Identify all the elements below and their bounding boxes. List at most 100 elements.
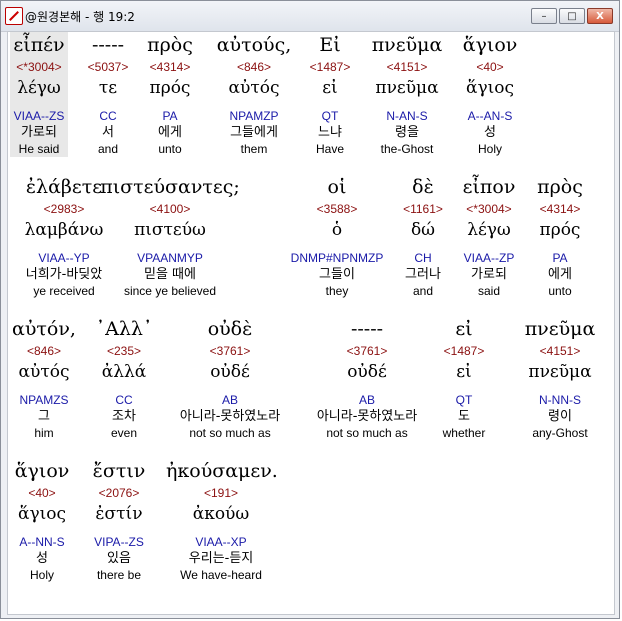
korean-gloss: 그러나 (405, 267, 441, 282)
strongs-number: <2076> (98, 486, 140, 500)
korean-gloss: 도 (458, 409, 470, 424)
strongs-number: <5037> (87, 60, 129, 74)
greek-word: αὐτούς, (216, 34, 292, 56)
word-cell[interactable]: ----- <3761> οὐδέ AB 아니라-못하였노라 not so much as (293, 316, 441, 441)
word-cell[interactable]: πνεῦμα <4151> πνεῦμα N-AN-S 령을 the-Ghost (367, 32, 447, 157)
lemma-word: ἅγιος (17, 504, 67, 524)
korean-gloss: 그들이 (319, 267, 355, 282)
english-gloss: even (110, 426, 138, 440)
parsing-code: A--AN-S (467, 109, 513, 123)
lemma-word: ἅγιος (465, 78, 515, 98)
english-gloss: We have-heard (180, 568, 262, 582)
window-title: @원경본해 - 행 19:2 (25, 10, 135, 24)
word-cell[interactable]: εἶπον <*3004> λέγω VIAA--ZP 가로되 said (457, 174, 521, 299)
lemma-word: ἀλλά (101, 362, 147, 382)
word-cell[interactable]: πρὸς <4314> πρός PA 에게 unto (532, 174, 588, 299)
english-gloss: they (325, 284, 349, 298)
word-cell[interactable]: πρὸς <4314> πρός PA 에게 unto (140, 32, 200, 157)
english-gloss: and (97, 142, 119, 156)
lemma-word: αὐτός (18, 362, 70, 382)
parsing-code: VIAA--XP (195, 535, 247, 549)
parsing-code: VIAA--ZS (13, 109, 65, 123)
strongs-number: <4100> (149, 202, 191, 216)
parsing-code: CC (99, 109, 117, 123)
korean-gloss: 에게 (158, 125, 182, 140)
parsing-code: QT (455, 393, 473, 407)
app-icon[interactable] (5, 7, 23, 25)
lemma-word: εἰ (456, 362, 472, 382)
strongs-number: <1161> (403, 202, 443, 216)
word-cell[interactable]: ἅγιον <40> ἅγιος A--AN-S 성 Holy (455, 32, 525, 157)
english-gloss: not so much as (189, 426, 271, 440)
korean-gloss: 가로되 (471, 267, 507, 282)
strongs-number: <191> (203, 486, 239, 500)
strongs-number: <*3004> (16, 60, 62, 74)
word-cell[interactable]: ἔστιν <2076> ἐστίν VIPA--ZS 있음 there be (84, 458, 154, 583)
word-cell[interactable]: δὲ <1161> δώ CH 그러나 and (394, 174, 452, 299)
greek-word: εἶπον (462, 176, 516, 198)
strongs-number: <*3004> (466, 202, 512, 216)
parsing-code: DNMP#NPNMZP (290, 251, 384, 265)
strongs-number: <3588> (316, 202, 358, 216)
word-cell[interactable]: πιστεύσαντες; <4100> πιστεύω VPAANMYP 믿을 때에 s… (100, 174, 240, 299)
close-button[interactable]: X (587, 8, 613, 24)
parsing-code: N-AN-S (386, 109, 428, 123)
maximize-button[interactable]: □ (559, 8, 585, 24)
korean-gloss: 성 (36, 551, 48, 566)
korean-gloss: 우리는-듣지 (188, 551, 254, 566)
word-cell[interactable]: αὐτούς, <846> αὐτός NPAMZP 그들에게 them (204, 32, 304, 157)
word-cell[interactable]: ----- <5037> τε CC 서 and (78, 32, 138, 157)
greek-word: πνεῦμα (524, 318, 596, 340)
parsing-code: QT (321, 109, 339, 123)
parsing-code: AB (358, 393, 375, 407)
interlinear-view[interactable]: εἶπέν <*3004> λέγω VIAA--ZS 가로되 He said ----- <… (7, 31, 615, 615)
english-gloss: and (412, 284, 434, 298)
lemma-word: λέγω (467, 220, 511, 240)
parsing-code: A--NN-S (19, 535, 65, 549)
word-cell[interactable]: οὐδὲ <3761> οὐδέ AB 아니라-못하였노라 not so much as (156, 316, 304, 441)
minimize-button[interactable]: – (531, 8, 557, 24)
greek-word: οἱ (327, 176, 347, 198)
strongs-number: <1487> (309, 60, 351, 74)
strongs-number: <1487> (443, 344, 485, 358)
word-cell[interactable]: ᾽Αλλ᾽ <235> ἀλλά CC 조차 even (94, 316, 154, 441)
greek-word: ἅγιον (14, 460, 70, 482)
parsing-code: CH (414, 251, 432, 265)
english-gloss: unto (158, 142, 182, 156)
lemma-word: πρός (539, 220, 581, 240)
parsing-code: PA (162, 109, 178, 123)
english-gloss: not so much as (326, 426, 408, 440)
word-cell[interactable]: Εἰ <1487> εἰ QT 느냐 Have (300, 32, 360, 157)
word-cell[interactable]: εἶπέν <*3004> λέγω VIAA--ZS 가로되 He said (10, 32, 68, 157)
parsing-code: VIPA--ZS (94, 535, 144, 549)
strongs-number: <846> (26, 344, 62, 358)
word-cell[interactable]: ἅγιον <40> ἅγιος A--NN-S 성 Holy (12, 458, 72, 583)
strongs-number: <235> (106, 344, 142, 358)
word-cell[interactable]: ἠκούσαμεν. <191> ἀκούω VIAA--XP 우리는-듣지 We hav… (166, 458, 278, 583)
strongs-number: <4314> (149, 60, 191, 74)
word-cell[interactable]: οἱ <3588> ὁ DNMP#NPNMZP 그들이 they (283, 174, 391, 299)
strongs-number: <3761> (346, 344, 388, 358)
parsing-code: AB (221, 393, 238, 407)
english-gloss: any-Ghost (532, 426, 588, 440)
word-cell[interactable]: αὐτόν, <846> αὐτός NPAMZS 그 him (9, 316, 79, 441)
lemma-word: ἀκούω (192, 504, 250, 524)
english-gloss: said (477, 284, 500, 298)
lemma-word: πνεῦμα (375, 78, 439, 98)
title-bar[interactable]: @원경본해 - 행 19:2 – □ X (1, 1, 619, 32)
english-gloss: whether (442, 426, 486, 440)
korean-gloss: 가로되 (21, 125, 57, 140)
korean-gloss: 아니라-못하였노라 (179, 409, 281, 424)
strongs-number: <40> (28, 486, 56, 500)
word-cell[interactable]: πνεῦμα <4151> πνεῦμα N-NN-S 령이 any-Ghost (522, 316, 598, 441)
greek-word: ἠκούσαμεν. (166, 460, 278, 482)
lemma-word: δώ (410, 220, 436, 240)
english-gloss: Holy (477, 142, 502, 156)
greek-word: ----- (91, 34, 125, 56)
english-gloss: since ye believed (123, 284, 217, 298)
lemma-word: τε (98, 78, 118, 98)
korean-gloss: 느냐 (318, 125, 342, 140)
word-cell[interactable]: εἰ <1487> εἰ QT 도 whether (431, 316, 497, 441)
greek-word: ----- (350, 318, 384, 340)
korean-gloss: 있음 (107, 551, 131, 566)
